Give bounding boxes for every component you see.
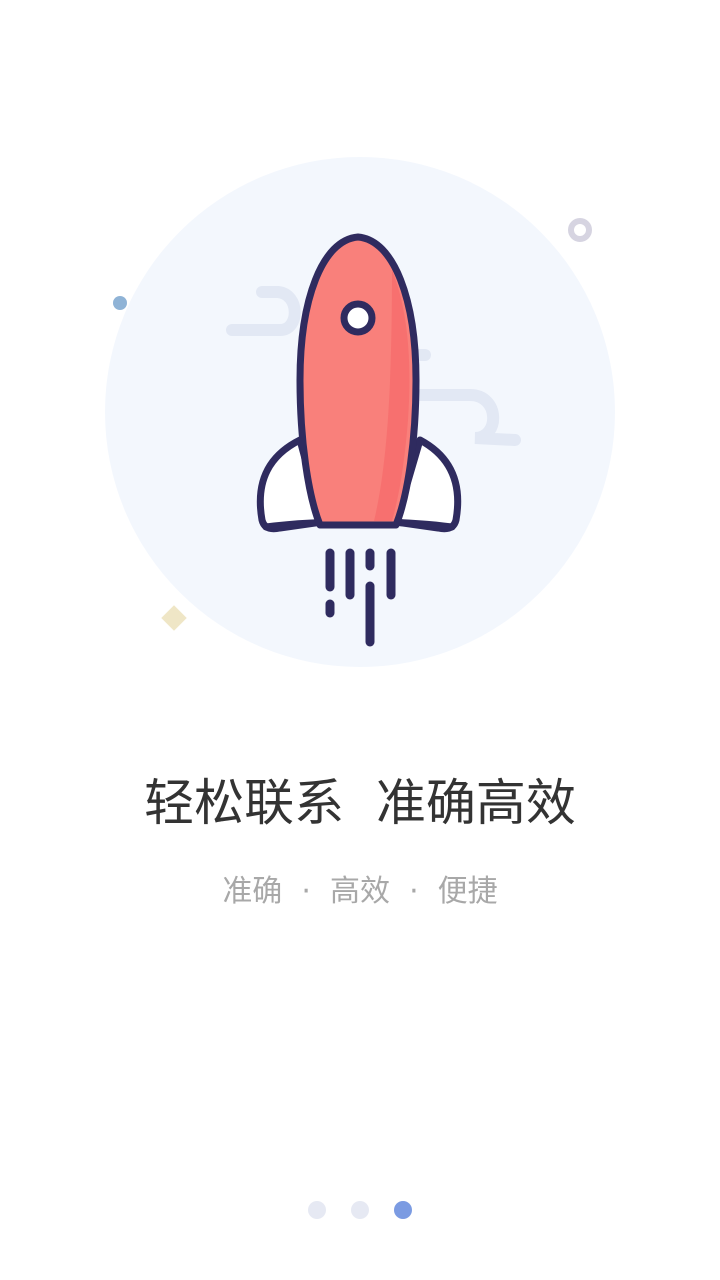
onboarding-subtitle: 准确 · 高效 · 便捷 [222,874,498,909]
diamond-decoration [161,605,187,631]
onboarding-title: 轻松联系 准确高效 [144,774,576,832]
page-indicator-dot-2[interactable] [351,1201,369,1219]
ring-decoration [568,218,592,242]
page-indicator-dot-3-active[interactable] [394,1201,412,1219]
rocket-illustration [105,157,615,667]
page-indicator [0,1200,720,1220]
blue-dot-decoration [113,296,127,310]
onboarding-screen: 轻松联系 准确高效 准确 · 高效 · 便捷 [0,0,720,1280]
page-indicator-dot-1[interactable] [308,1201,326,1219]
